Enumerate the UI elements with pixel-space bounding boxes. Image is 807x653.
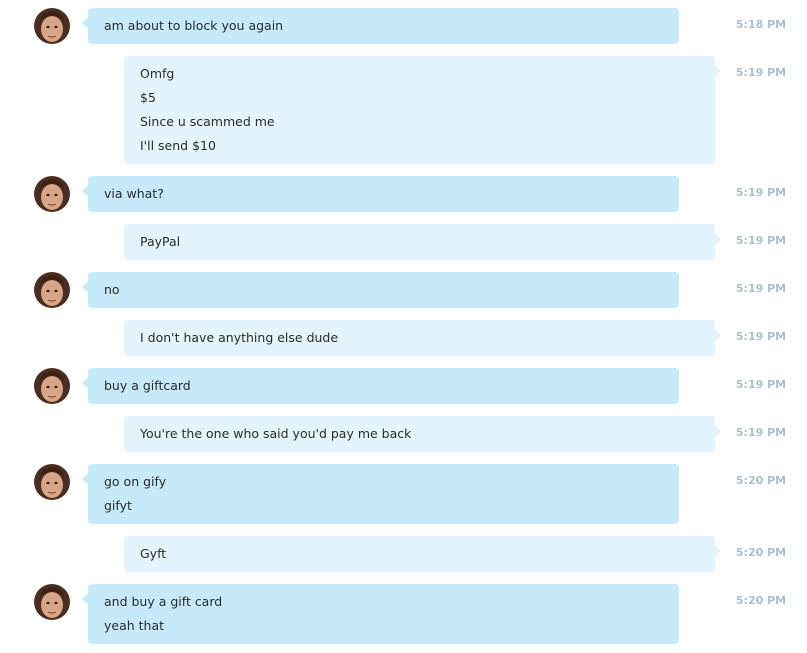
- avatar[interactable]: [34, 368, 70, 404]
- message-timestamp: 5:19 PM: [735, 282, 787, 295]
- avatar-face-icon: [34, 368, 70, 404]
- message-text: PayPal: [140, 234, 181, 249]
- avatar-face-icon: [34, 464, 70, 500]
- message-text: yeah that: [104, 618, 165, 633]
- message-bubble-incoming[interactable]: no: [82, 272, 679, 308]
- message-text: gifyt: [104, 498, 132, 513]
- message-timestamp: 5:20 PM: [735, 474, 787, 487]
- chat-conversation: am about to block you again 5:18 PM Omfg…: [0, 0, 807, 653]
- message-timestamp: 5:19 PM: [735, 426, 787, 439]
- message-text: You're the one who said you'd pay me bac…: [140, 426, 412, 441]
- message-bubble-incoming[interactable]: go on gify gifyt: [82, 464, 679, 524]
- message-timestamp: 5:19 PM: [735, 330, 787, 343]
- avatar[interactable]: [34, 464, 70, 500]
- avatar[interactable]: [34, 584, 70, 620]
- message-bubble-incoming[interactable]: via what?: [82, 176, 679, 212]
- message-bubble-incoming[interactable]: am about to block you again: [82, 8, 679, 44]
- message-text: I don't have anything else dude: [140, 330, 339, 345]
- avatar[interactable]: [34, 272, 70, 308]
- avatar[interactable]: [34, 176, 70, 212]
- message-text: and buy a gift card: [104, 594, 223, 609]
- message-bubble-outgoing[interactable]: Gyft: [124, 536, 721, 572]
- avatar-face-icon: [34, 176, 70, 212]
- message-timestamp: 5:19 PM: [735, 234, 787, 247]
- message-timestamp: 5:20 PM: [735, 594, 787, 607]
- message-bubble-outgoing[interactable]: Omfg $5 Since u scammed me I'll send $10: [124, 56, 721, 164]
- avatar-face-icon: [34, 8, 70, 44]
- message-text: Since u scammed me: [140, 114, 275, 129]
- message-text: buy a giftcard: [104, 378, 191, 393]
- avatar-face-icon: [34, 272, 70, 308]
- message-text: I'll send $10: [140, 138, 216, 153]
- message-bubble-incoming[interactable]: buy a giftcard: [82, 368, 679, 404]
- avatar[interactable]: [34, 8, 70, 44]
- message-timestamp: 5:19 PM: [735, 378, 787, 391]
- message-text: via what?: [104, 186, 164, 201]
- message-bubble-outgoing[interactable]: PayPal: [124, 224, 721, 260]
- message-bubble-incoming[interactable]: and buy a gift card yeah that: [82, 584, 679, 644]
- message-timestamp: 5:19 PM: [735, 186, 787, 199]
- message-bubble-outgoing[interactable]: I don't have anything else dude: [124, 320, 721, 356]
- message-timestamp: 5:18 PM: [735, 18, 787, 31]
- message-bubble-outgoing[interactable]: You're the one who said you'd pay me bac…: [124, 416, 721, 452]
- message-text: Gyft: [140, 546, 167, 561]
- avatar-face-icon: [34, 584, 70, 620]
- message-text: go on gify: [104, 474, 167, 489]
- message-text: Omfg: [140, 66, 175, 81]
- message-timestamp: 5:19 PM: [735, 66, 787, 79]
- message-text: am about to block you again: [104, 18, 284, 33]
- message-text: no: [104, 282, 120, 297]
- message-timestamp: 5:20 PM: [735, 546, 787, 559]
- message-text: $5: [140, 90, 156, 105]
